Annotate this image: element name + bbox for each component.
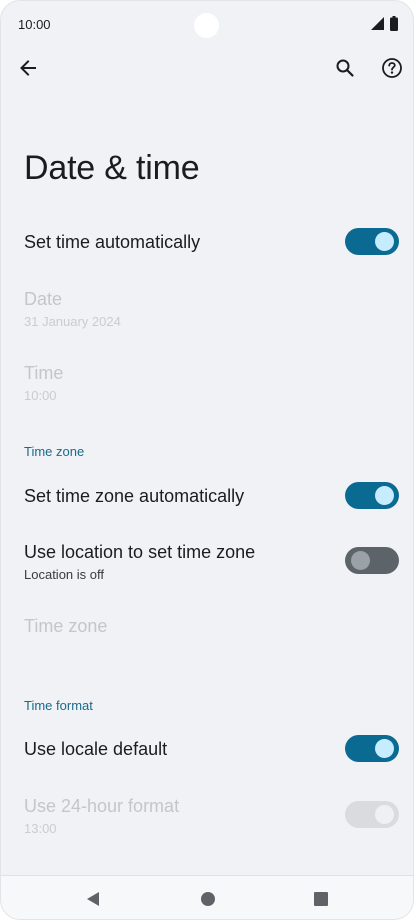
page-title: Date & time bbox=[24, 149, 200, 187]
help-icon bbox=[382, 58, 402, 78]
use-24-hour-row: Use 24-hour format 13:00 bbox=[1, 791, 413, 841]
set-time-zone-automatically-label: Set time zone automatically bbox=[24, 486, 245, 506]
phone-screen: 10:00 Date & time Set time automatically bbox=[0, 0, 414, 920]
date-label: Date bbox=[24, 289, 63, 309]
use-location-label: Use location to set time zone bbox=[24, 542, 256, 562]
navigation-bar bbox=[1, 875, 413, 919]
use-location-summary: Location is off bbox=[24, 567, 104, 582]
time-row: Time 10:00 bbox=[1, 359, 413, 409]
use-locale-default-label: Use locale default bbox=[24, 739, 168, 759]
switch-thumb bbox=[351, 551, 370, 570]
back-arrow-icon bbox=[20, 60, 36, 76]
help-button[interactable] bbox=[376, 52, 408, 84]
use-24-hour-label: Use 24-hour format bbox=[24, 796, 180, 816]
nav-back-button[interactable] bbox=[82, 888, 104, 910]
back-button[interactable] bbox=[12, 52, 44, 84]
use-24-hour-switch bbox=[345, 801, 399, 828]
signal-icon bbox=[371, 17, 384, 30]
set-time-zone-automatically-switch[interactable] bbox=[345, 482, 399, 509]
time-value: 10:00 bbox=[24, 388, 57, 403]
switch-thumb bbox=[375, 805, 394, 824]
time-format-section-header: Time format bbox=[24, 698, 93, 713]
set-time-automatically-row[interactable]: Set time automatically bbox=[1, 221, 413, 265]
switch-thumb bbox=[375, 232, 394, 251]
switch-thumb bbox=[375, 739, 394, 758]
nav-home-icon bbox=[201, 892, 215, 906]
use-24-hour-value: 13:00 bbox=[24, 821, 57, 836]
nav-recents-button[interactable] bbox=[310, 888, 332, 910]
nav-home-button[interactable] bbox=[197, 888, 219, 910]
search-button[interactable] bbox=[329, 52, 361, 84]
time-label: Time bbox=[24, 363, 64, 383]
use-location-switch[interactable] bbox=[345, 547, 399, 574]
time-zone-label: Time zone bbox=[24, 616, 108, 636]
search-icon bbox=[336, 59, 354, 77]
date-value: 31 January 2024 bbox=[24, 314, 121, 329]
use-locale-default-switch[interactable] bbox=[345, 735, 399, 762]
status-time: 10:00 bbox=[18, 17, 51, 32]
status-bar: 10:00 bbox=[1, 1, 413, 47]
nav-recents-icon bbox=[314, 892, 328, 906]
set-time-automatically-label: Set time automatically bbox=[24, 232, 201, 252]
time-zone-row: Time zone bbox=[1, 611, 413, 647]
switch-thumb bbox=[375, 486, 394, 505]
date-row: Date 31 January 2024 bbox=[1, 285, 413, 335]
set-time-zone-automatically-row[interactable]: Set time zone automatically bbox=[1, 475, 413, 519]
use-locale-default-row[interactable]: Use locale default bbox=[1, 728, 413, 772]
battery-icon bbox=[390, 16, 398, 31]
time-zone-section-header: Time zone bbox=[24, 444, 85, 459]
use-location-row[interactable]: Use location to set time zone Location i… bbox=[1, 537, 413, 587]
nav-back-icon bbox=[87, 892, 99, 906]
set-time-automatically-switch[interactable] bbox=[345, 228, 399, 255]
camera-cutout bbox=[194, 13, 219, 38]
